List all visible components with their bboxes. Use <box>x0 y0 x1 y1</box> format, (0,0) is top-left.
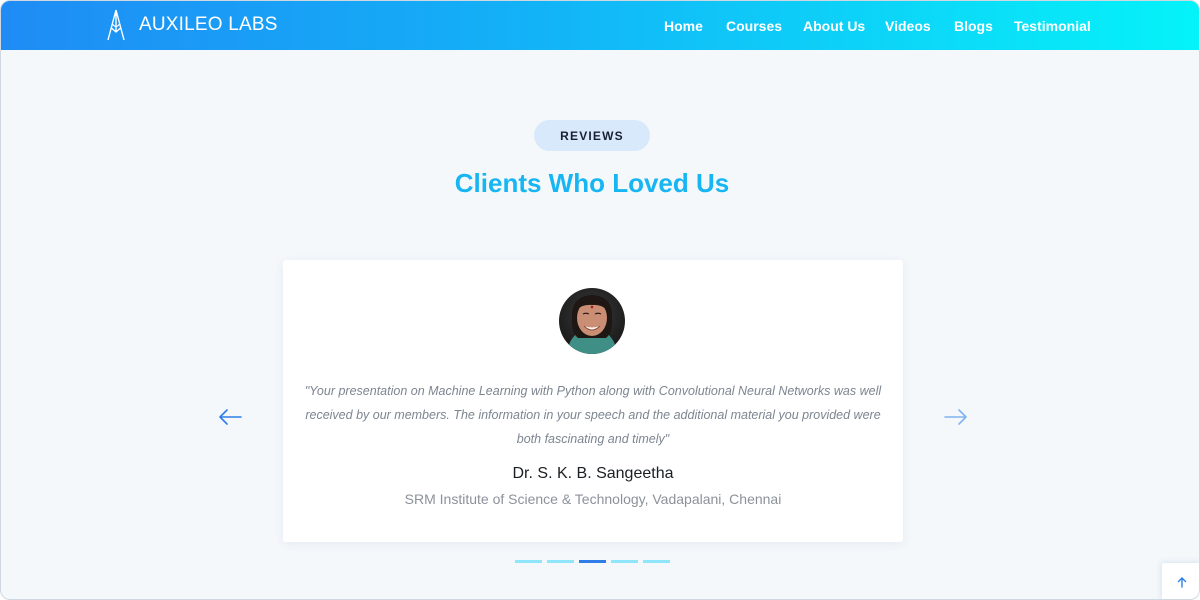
arrow-left-icon <box>219 409 242 425</box>
carousel-dot[interactable] <box>515 560 542 563</box>
section-badge: REVIEWS <box>534 120 650 151</box>
arrow-right-icon <box>944 409 967 425</box>
brand[interactable]: AUXILEO LABS <box>105 9 278 41</box>
arrow-up-icon <box>1177 577 1186 588</box>
page-frame: AUXILEO LABS Home Courses About Us Video… <box>0 0 1200 600</box>
scroll-to-top-button[interactable] <box>1162 563 1199 599</box>
testimonial-author: Dr. S. K. B. Sangeetha <box>512 465 674 482</box>
carousel-dot[interactable] <box>611 560 638 563</box>
nav-videos[interactable]: Videos <box>885 18 931 34</box>
carousel-prev-button[interactable] <box>216 405 244 429</box>
nav-testimonial[interactable]: Testimonial <box>1014 18 1091 34</box>
nav-about-us[interactable]: About Us <box>803 18 865 34</box>
carousel-dot-active[interactable] <box>579 560 606 563</box>
carousel-dot[interactable] <box>547 560 574 563</box>
carousel-next-button[interactable] <box>942 405 970 429</box>
section-title: Clients Who Loved Us <box>454 168 730 198</box>
auxileo-logo-icon <box>107 9 125 41</box>
testimonial-organization: SRM Institute of Science & Technology, V… <box>404 491 782 507</box>
testimonial-quote: "Your presentation on Machine Learning w… <box>304 384 882 446</box>
avatar-photo <box>559 288 625 354</box>
nav-blogs[interactable]: Blogs <box>954 18 993 34</box>
avatar <box>559 288 625 354</box>
carousel-dots <box>515 560 670 564</box>
top-navbar: AUXILEO LABS Home Courses About Us Video… <box>1 1 1199 50</box>
testimonial-card: "Your presentation on Machine Learning w… <box>283 260 903 542</box>
nav-home[interactable]: Home <box>664 18 703 34</box>
brand-name: AUXILEO LABS <box>139 14 278 35</box>
nav-courses[interactable]: Courses <box>726 18 782 34</box>
carousel-dot[interactable] <box>643 560 670 563</box>
